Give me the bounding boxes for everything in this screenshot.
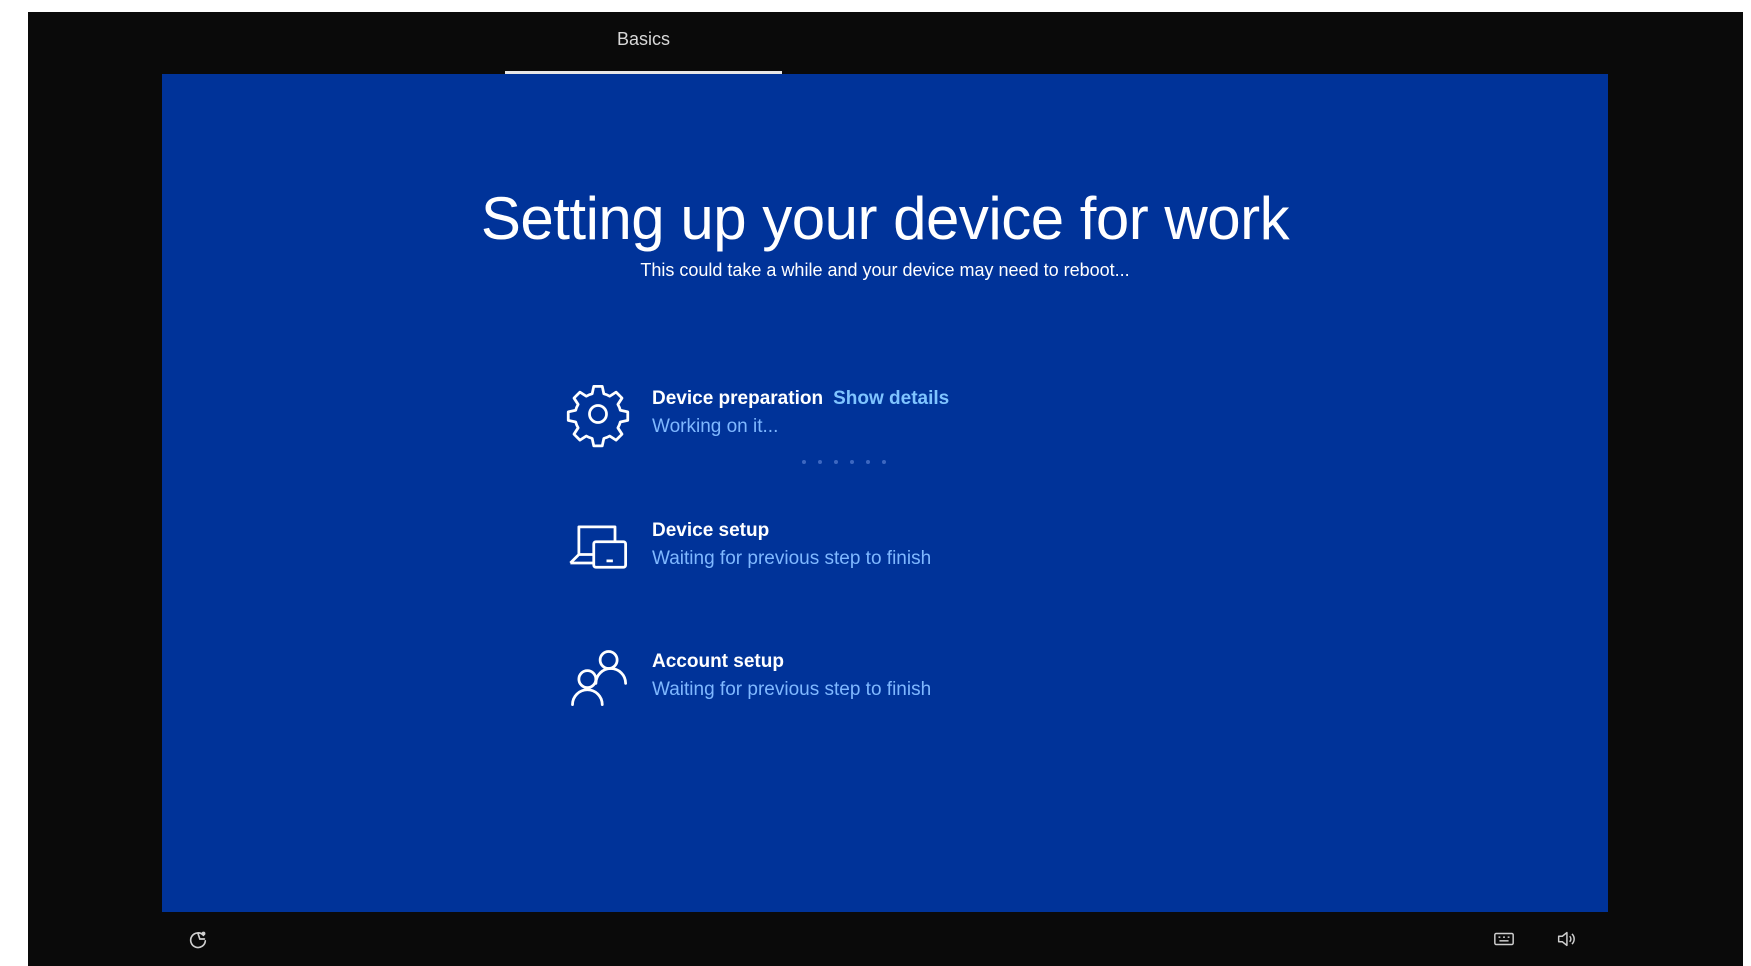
progress-dot [850,460,854,464]
progress-dot [866,460,870,464]
step-device-preparation: Device preparation Show details Working o… [562,378,949,450]
tab-basics: Basics [505,12,782,74]
step-label: Device setup [652,520,770,541]
setup-panel: Setting up your device for work This cou… [162,74,1608,912]
step-account-setup: Account setup Waiting for previous step … [562,641,931,713]
progress-dots [802,460,886,464]
progress-dot [882,460,886,464]
page-title: Setting up your device for work [480,185,1290,252]
step-status: Waiting for previous step to finish [652,679,932,700]
gear-icon [562,378,634,450]
show-details-link[interactable]: Show details [833,388,949,409]
page-subtitle: This could take a while and your device … [640,260,1130,280]
step-status: Waiting for previous step to finish [652,548,932,569]
oobe-screen: Basics Setting up your device for work T… [28,12,1743,966]
account-icon [562,641,634,713]
ease-of-access-icon[interactable] [178,912,218,966]
tab-basics-label: Basics [616,28,670,49]
volume-icon[interactable] [1546,912,1586,966]
step-label: Account setup [652,651,784,672]
keyboard-icon[interactable] [1484,912,1524,966]
device-setup-icon [562,510,634,582]
progress-dot [802,460,806,464]
step-status: Working on it... [652,416,779,437]
step-label: Device preparation [652,388,824,409]
step-device-setup: Device setup Waiting for previous step t… [562,510,931,582]
bottom-bar [28,912,1743,966]
progress-dot [818,460,822,464]
progress-dot [834,460,838,464]
